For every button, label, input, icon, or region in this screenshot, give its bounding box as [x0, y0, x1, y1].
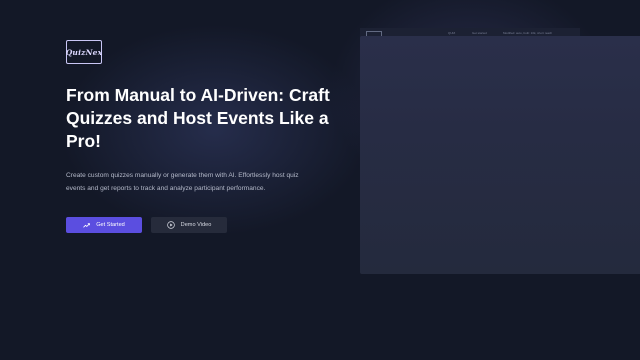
- trending-up-icon: [83, 222, 91, 228]
- hero-headline: From Manual to AI-Driven: Craft Quizzes …: [66, 85, 330, 151]
- brand-logo[interactable]: QuizNex: [66, 40, 102, 64]
- preview-tab: Get started: [472, 31, 487, 35]
- preview-tab: Modified: auto, built: 10k, short reach: [503, 31, 553, 35]
- get-started-button[interactable]: Get Started: [66, 217, 142, 233]
- play-circle-icon: [166, 221, 175, 229]
- demo-video-label: Demo Video: [180, 222, 212, 228]
- app-preview: QUIZ Get started Modified: auto, built: …: [360, 28, 640, 274]
- logo-text: QuizNex: [65, 47, 103, 57]
- get-started-label: Get Started: [96, 222, 125, 228]
- preview-tab: QUIZ: [448, 31, 456, 35]
- preview-screen: [360, 36, 640, 274]
- hero-description: Create custom quizzes manually or genera…: [66, 172, 299, 192]
- demo-video-button[interactable]: Demo Video: [151, 217, 227, 233]
